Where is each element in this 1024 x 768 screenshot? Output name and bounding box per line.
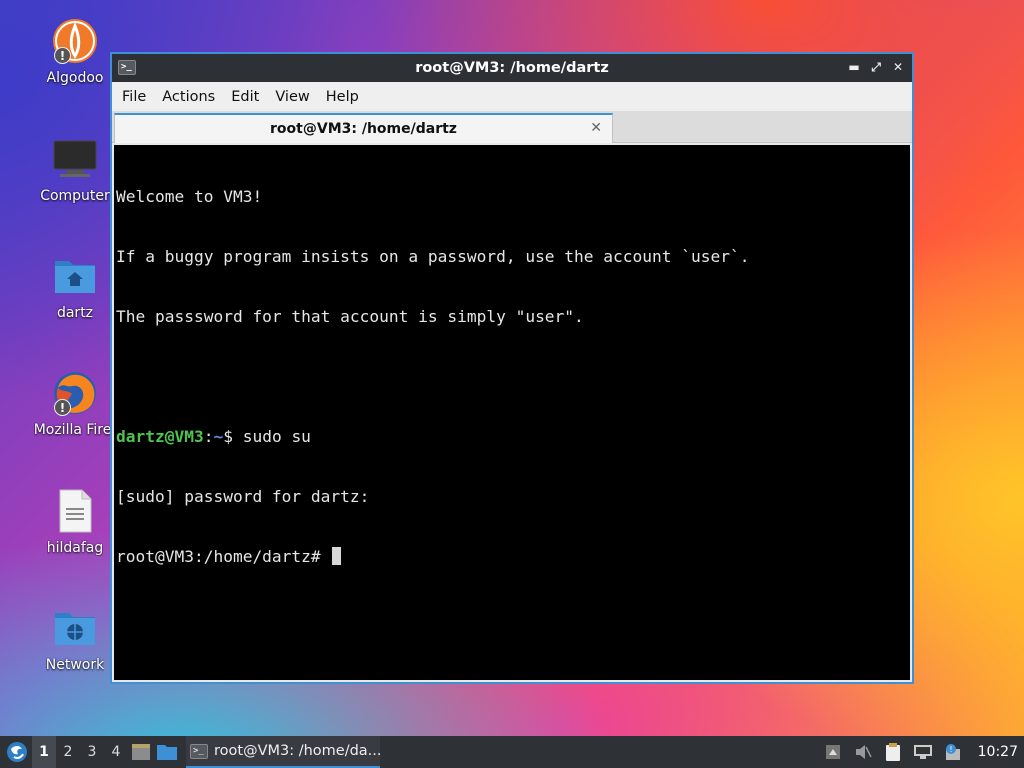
workspace-2[interactable]: 2 [56,736,80,768]
volume-muted-icon[interactable] [848,736,878,768]
terminal-line: The passsword for that account is simply… [116,307,584,326]
terminal-root-prompt-line: root@VM3:/home/dartz# [116,547,910,567]
algodoo-icon: ! [52,18,98,64]
show-desktop-icon[interactable] [128,736,154,768]
desktop-icon-label: Computer [40,188,110,204]
prompt-path: ~ [213,427,224,446]
text-file-icon [52,488,98,534]
lxqt-logo-icon [7,742,27,762]
desktop-icon-label: Algodoo [46,70,104,86]
text-cursor [332,547,342,565]
window-titlebar[interactable]: >_ root@VM3: /home/dartz ▬ ⤢ ✕ [112,54,912,82]
terminal-line: If a buggy program insists on a password… [116,247,750,266]
task-label: root@VM3: /home/da... [214,743,380,759]
start-menu-button[interactable] [2,736,32,768]
terminal-line: [sudo] password for dartz: [116,487,370,506]
tab-title: root@VM3: /home/dartz [270,121,457,137]
clock[interactable]: 10:27 [968,744,1024,760]
computer-icon [52,136,98,182]
root-prompt: root@VM3:/home/dartz# [116,547,331,566]
prompt-user: dartz@VM3 [116,427,204,446]
network-icon[interactable] [908,736,938,768]
terminal-window[interactable]: >_ root@VM3: /home/dartz ▬ ⤢ ✕ File Acti… [110,52,914,684]
window-title: root@VM3: /home/dartz [415,60,609,76]
menu-file[interactable]: File [114,89,154,105]
tray-up-arrow-icon[interactable] [818,736,848,768]
warning-icon: ! [54,399,71,416]
menu-help[interactable]: Help [318,89,367,105]
maximize-icon[interactable]: ⤢ [868,59,884,75]
taskbar-task-terminal[interactable]: >_ root@VM3: /home/da... [186,736,380,768]
warning-icon: ! [54,47,71,64]
desktop-icon-label: dartz [56,305,94,321]
tab-bar: root@VM3: /home/dartz ✕ [112,111,912,143]
update-notification-icon[interactable]: ! [938,736,968,768]
network-folder-icon [52,605,98,651]
terminal-icon: >_ [190,743,208,759]
terminal-tab[interactable]: root@VM3: /home/dartz ✕ [114,113,613,143]
file-manager-icon[interactable] [154,736,180,768]
workspace-4[interactable]: 4 [104,736,128,768]
menu-edit[interactable]: Edit [223,89,267,105]
menubar: File Actions Edit View Help [112,82,912,111]
minimize-icon[interactable]: ▬ [846,59,862,75]
terminal-prompt-line: dartz@VM3:~$ sudo su [116,427,910,447]
prompt-command: $ sudo su [223,427,311,446]
desktop-icon-label: Mozilla Firef [33,422,117,438]
terminal-output[interactable]: Welcome to VM3! If a buggy program insis… [114,145,910,680]
workspace-3[interactable]: 3 [80,736,104,768]
system-tray: ! 10:27 [818,736,1024,768]
clipboard-icon[interactable] [878,736,908,768]
prompt-separator: : [203,427,214,446]
tab-close-icon[interactable]: ✕ [590,120,602,136]
svg-text:!: ! [949,745,952,754]
desktop-icon-label: Network [45,657,105,673]
close-icon[interactable]: ✕ [890,59,906,75]
terminal-icon: >_ [118,60,136,75]
home-folder-icon [52,253,98,299]
desktop-icon-label: hildafag [46,540,104,556]
firefox-icon: ! [52,370,98,416]
menu-actions[interactable]: Actions [154,89,223,105]
workspace-1[interactable]: 1 [32,736,56,768]
taskbar: 1 2 3 4 >_ root@VM3: /home/da... ! 10:27 [0,736,1024,768]
menu-view[interactable]: View [267,89,317,105]
terminal-line: Welcome to VM3! [116,187,263,206]
